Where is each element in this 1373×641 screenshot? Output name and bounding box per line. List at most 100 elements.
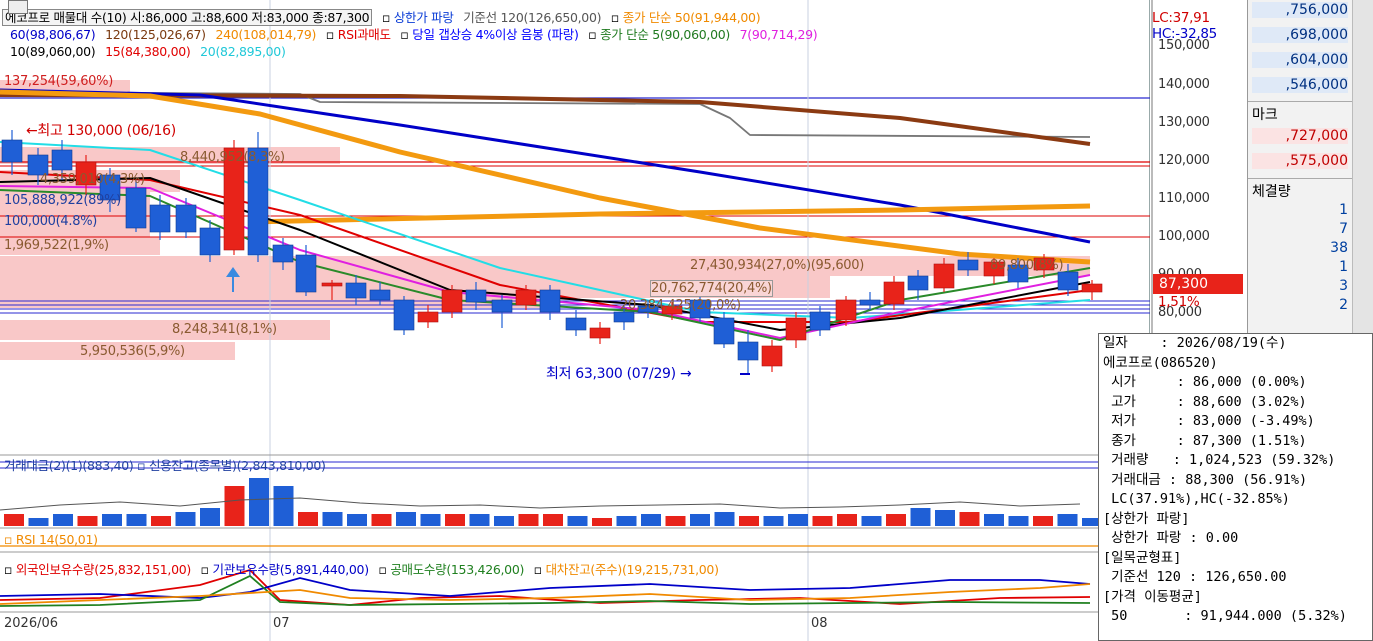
volume-bar xyxy=(592,518,612,526)
y-tick-label: 110,000 xyxy=(1158,191,1210,206)
legend-item[interactable]: ▫ 대차잔고(주수)(19,215,731,00) xyxy=(534,562,719,577)
candle-body xyxy=(465,289,487,303)
legend-line-2: 60(98,806,67) 120(125,026,67) 240(108,01… xyxy=(10,27,823,43)
price-chart-svg[interactable] xyxy=(0,0,1150,641)
volume-bar xyxy=(371,514,392,526)
vp-label: 4,359,010(4,3%) xyxy=(40,172,145,187)
volume-bar xyxy=(910,508,931,526)
legend-item[interactable]: 기준선 120(126,650,00) xyxy=(463,10,601,25)
legend-item[interactable]: 120(125,026,67) xyxy=(105,27,206,42)
legend-item[interactable]: ▫ 종가 단순 5(90,060,00) xyxy=(588,27,730,42)
x-axis-label: 2026/06 xyxy=(4,616,59,631)
vp-band xyxy=(0,256,1090,276)
volume-bar xyxy=(616,516,637,526)
volume-bar xyxy=(469,514,490,526)
info-row: 50 : 91,944.000 (5.32%) xyxy=(1103,608,1347,624)
grid-menu-icon[interactable] xyxy=(8,0,28,14)
volume-bar xyxy=(200,508,220,526)
volume-bar xyxy=(77,516,98,526)
candle-body xyxy=(957,259,979,271)
stock-title[interactable]: 에코프로 매물대 수(10) 시:86,000 고:88,600 저:83,00… xyxy=(2,9,373,26)
volume-bar xyxy=(812,516,833,526)
volume-bar xyxy=(886,514,906,526)
volume-bar xyxy=(175,512,196,526)
panel-value: 3 xyxy=(1339,278,1348,294)
volume-bar xyxy=(126,514,147,526)
info-section: [가격 이동평균] xyxy=(1103,588,1202,605)
volume-bar xyxy=(151,516,171,526)
mark-label: 마크 xyxy=(1252,107,1278,123)
volume-bar xyxy=(249,478,269,526)
vp-label: 8,248,341(8,1%) xyxy=(172,322,277,337)
volume-bar xyxy=(935,510,955,526)
vp-label: 137,254(59,60%) xyxy=(4,74,113,89)
info-volume: 거래량 : 1,024,523 (59.32%) xyxy=(1103,452,1336,468)
candle-body xyxy=(809,311,831,331)
candle-body xyxy=(369,289,391,301)
vp-label: 105,888,922(89%) xyxy=(4,193,121,208)
legend-item[interactable]: ▫ 외국인보유수량(25,832,151,00) xyxy=(4,562,191,577)
candle-body xyxy=(1,139,23,163)
volume-bar xyxy=(396,512,416,526)
legend-item[interactable]: ▫ 당일 갭상승 4%이상 음봉 (파랑) xyxy=(400,27,578,42)
vp-label: 20,384,425(20,0%) xyxy=(620,298,741,313)
candle-body xyxy=(713,317,735,345)
legend-item[interactable]: 60(98,806,67) xyxy=(10,27,96,42)
legend-item[interactable]: ▫ 기관보유수량(5,891,440,00) xyxy=(201,562,369,577)
panel-value: 7 xyxy=(1339,221,1348,237)
info-section: [상한가 파랑] xyxy=(1103,510,1190,527)
candle-body xyxy=(321,282,343,287)
panel-value: ,756,000 xyxy=(1252,2,1348,18)
vp-label: 27,430,934(27,0%)(95,600) xyxy=(690,258,865,273)
info-name: 에코프로(086520) xyxy=(1103,354,1218,371)
candle-body xyxy=(883,281,905,305)
panel-value: ,698,000 xyxy=(1252,27,1348,43)
info-section: [일목균형표] xyxy=(1103,549,1182,566)
legend-item[interactable]: 240(108,014,79) xyxy=(215,27,316,42)
price-chart-area[interactable]: 에코프로 매물대 수(10) 시:86,000 고:88,600 저:83,00… xyxy=(0,0,1150,641)
panel-value: ,546,000 xyxy=(1252,77,1348,93)
volume-bar xyxy=(1057,514,1078,526)
legend-line-1: 에코프로 매물대 수(10) 시:86,000 고:88,600 저:83,00… xyxy=(2,9,766,26)
volume-bar xyxy=(714,512,735,526)
volume-bar xyxy=(1008,516,1029,526)
info-close: 종가 : 87,300 (1.51%) xyxy=(1103,432,1307,449)
y-tick-label: 100,000 xyxy=(1158,229,1210,244)
volume-bar xyxy=(739,516,759,526)
candle-body xyxy=(345,282,367,299)
candle-body xyxy=(933,263,955,289)
info-high: 고가 : 88,600 (3.02%) xyxy=(1103,393,1307,410)
volume-bar xyxy=(322,512,343,526)
volume-bar xyxy=(837,514,857,526)
info-open: 시가 : 86,000 (0.00%) xyxy=(1103,374,1307,390)
legend-item[interactable]: ▫ RSI과매도 xyxy=(326,27,391,42)
vp-label: 89,800(8%) xyxy=(990,258,1064,273)
legend-item[interactable]: ▫ 상한가 파랑 xyxy=(382,10,454,25)
candle-body xyxy=(761,345,783,367)
candle-body xyxy=(51,149,73,171)
panel-value: 1 xyxy=(1339,202,1348,218)
rsi-legend[interactable]: ▫ RSI 14(50,01) xyxy=(4,532,104,548)
legend-line-3: 10(89,060,00) 15(84,380,00) 20(82,895,00… xyxy=(10,44,292,60)
candle-body xyxy=(859,299,881,306)
y-tick-label: 120,000 xyxy=(1158,153,1210,168)
info-date: 일자 : 2026/08/19(수) xyxy=(1103,335,1287,351)
candle-body xyxy=(785,317,807,341)
legend-item[interactable]: ▫ 공매도수량(153,426,00) xyxy=(378,562,524,577)
info-lchc: LC(37.91%),HC(-32.85%) xyxy=(1103,491,1290,507)
volume-bar xyxy=(102,514,122,526)
candle-body xyxy=(565,317,587,331)
volume-legend[interactable]: 거래대금(2)(1)(883,40) ▫ 신용잔고(종목별)(2,843,810… xyxy=(4,458,326,474)
panel-value: 1 xyxy=(1339,259,1348,275)
legend-item[interactable]: 7(90,714,29) xyxy=(740,27,818,42)
legend-item[interactable]: ▫ 종가 단순 50(91,944,00) xyxy=(611,10,761,25)
legend-item[interactable]: 10(89,060,00) xyxy=(10,44,96,59)
volume-bar xyxy=(420,514,441,526)
legend-item[interactable]: 15(84,380,00) xyxy=(105,44,191,59)
legend-item[interactable]: 20(82,895,00) xyxy=(200,44,286,59)
volume-bar xyxy=(788,514,808,526)
candle-body xyxy=(737,341,759,361)
volume-bar xyxy=(494,516,514,526)
candle-body xyxy=(589,327,611,339)
volume-bar xyxy=(273,486,294,526)
